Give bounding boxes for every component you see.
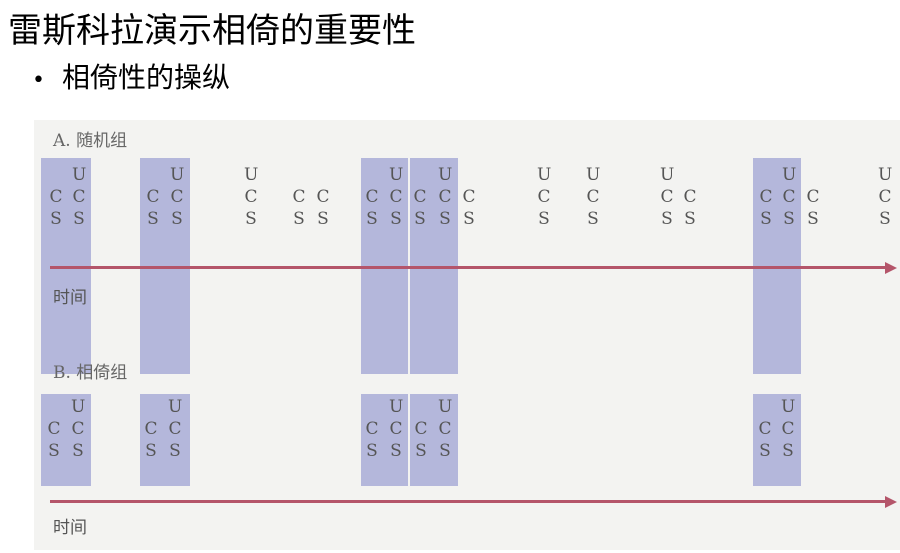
stimulus-letter-c: C (806, 187, 820, 207)
stimulus-letter-s: S (48, 441, 60, 461)
stimulus-letter-c: C (244, 187, 258, 207)
time-arrow-b-line (50, 500, 885, 503)
time-arrow-a-line (50, 266, 885, 269)
time-arrow-b-head (885, 496, 897, 508)
stimulus-letter-u: U (586, 165, 601, 185)
stimulus-letter-c: C (168, 419, 182, 439)
stimulus-letter-c: C (365, 187, 379, 207)
stimulus-letter-c: C (365, 419, 379, 439)
stimulus-letter-c: C (438, 419, 452, 439)
stimulus-letter-c: C (462, 187, 476, 207)
stimulus-letter-s: S (414, 209, 426, 229)
stimulus-letter-s: S (50, 209, 62, 229)
stimulus-letter-s: S (439, 209, 451, 229)
stimulus-letter-s: S (169, 441, 181, 461)
stimulus-letter-c: C (878, 187, 892, 207)
stimulus-letter-u: U (389, 397, 404, 417)
stimulus-letter-s: S (366, 441, 378, 461)
stimulus-letter-u: U (781, 397, 796, 417)
stimulus-letter-s: S (390, 441, 402, 461)
stimulus-letter-s: S (245, 209, 257, 229)
stimulus-letter-c: C (292, 187, 306, 207)
stimulus-letter-s: S (317, 209, 329, 229)
stimulus-letter-u: U (878, 165, 893, 185)
stimulus-letter-s: S (72, 441, 84, 461)
stimulus-letter-s: S (807, 209, 819, 229)
stimulus-letter-s: S (463, 209, 475, 229)
stimulus-letter-u: U (170, 165, 185, 185)
stimulus-letter-u: U (244, 165, 259, 185)
slide-title: 雷斯科拉演示相倚的重要性 (8, 11, 416, 51)
time-label-a: 时间 (53, 288, 87, 308)
panel-a-label: A. 随机组 (53, 131, 128, 151)
bullet-marker: • (32, 68, 45, 93)
stimulus-letter-s: S (145, 441, 157, 461)
time-label-b: 时间 (53, 518, 87, 538)
stimulus-letter-u: U (438, 165, 453, 185)
bullet-point: • 相倚性的操纵 (32, 58, 230, 101)
stimulus-letter-u: U (71, 397, 86, 417)
stimulus-letter-s: S (366, 209, 378, 229)
stimulus-letter-c: C (146, 187, 160, 207)
stimulus-letter-c: C (71, 419, 85, 439)
stimulus-letter-c: C (49, 187, 63, 207)
stimulus-letter-s: S (147, 209, 159, 229)
stimulus-letter-u: U (660, 165, 675, 185)
stimulus-letter-c: C (414, 419, 428, 439)
stimulus-letter-s: S (759, 441, 771, 461)
stimulus-letter-u: U (438, 397, 453, 417)
stimulus-letter-s: S (782, 441, 794, 461)
stimulus-letter-s: S (538, 209, 550, 229)
stimulus-letter-c: C (759, 187, 773, 207)
stimulus-letter-c: C (660, 187, 674, 207)
stimulus-letter-s: S (415, 441, 427, 461)
stimulus-letter-s: S (171, 209, 183, 229)
stimulus-letter-c: C (47, 419, 61, 439)
cs-band-b-2 (140, 394, 190, 486)
stimulus-letter-s: S (293, 209, 305, 229)
stimulus-letter-s: S (390, 209, 402, 229)
bullet-text: 相倚性的操纵 (62, 61, 231, 94)
stimulus-letter-s: S (684, 209, 696, 229)
stimulus-letter-c: C (781, 419, 795, 439)
stimulus-letter-c: C (782, 187, 796, 207)
contingency-figure: A. 随机组 CSUCSCSUCSUCSCSCSCSUCSCSUCSCSUCSU… (34, 120, 900, 550)
stimulus-letter-c: C (144, 419, 158, 439)
stimulus-letter-c: C (72, 187, 86, 207)
stimulus-letter-c: C (316, 187, 330, 207)
stimulus-letter-s: S (760, 209, 772, 229)
stimulus-letter-c: C (758, 419, 772, 439)
stimulus-letter-s: S (587, 209, 599, 229)
stimulus-letter-c: C (537, 187, 551, 207)
stimulus-letter-s: S (661, 209, 673, 229)
stimulus-letter-c: C (389, 419, 403, 439)
stimulus-letter-u: U (389, 165, 404, 185)
stimulus-letter-c: C (438, 187, 452, 207)
stimulus-letter-c: C (389, 187, 403, 207)
time-arrow-a-head (885, 262, 897, 274)
panel-b-label: B. 相倚组 (53, 363, 128, 383)
stimulus-letter-s: S (783, 209, 795, 229)
stimulus-letter-u: U (537, 165, 552, 185)
stimulus-letter-u: U (168, 397, 183, 417)
stimulus-letter-s: S (439, 441, 451, 461)
stimulus-letter-s: S (879, 209, 891, 229)
stimulus-letter-c: C (413, 187, 427, 207)
stimulus-letter-u: U (782, 165, 797, 185)
stimulus-letter-c: C (586, 187, 600, 207)
stimulus-letter-c: C (683, 187, 697, 207)
stimulus-letter-c: C (170, 187, 184, 207)
stimulus-letter-s: S (73, 209, 85, 229)
stimulus-letter-u: U (72, 165, 87, 185)
